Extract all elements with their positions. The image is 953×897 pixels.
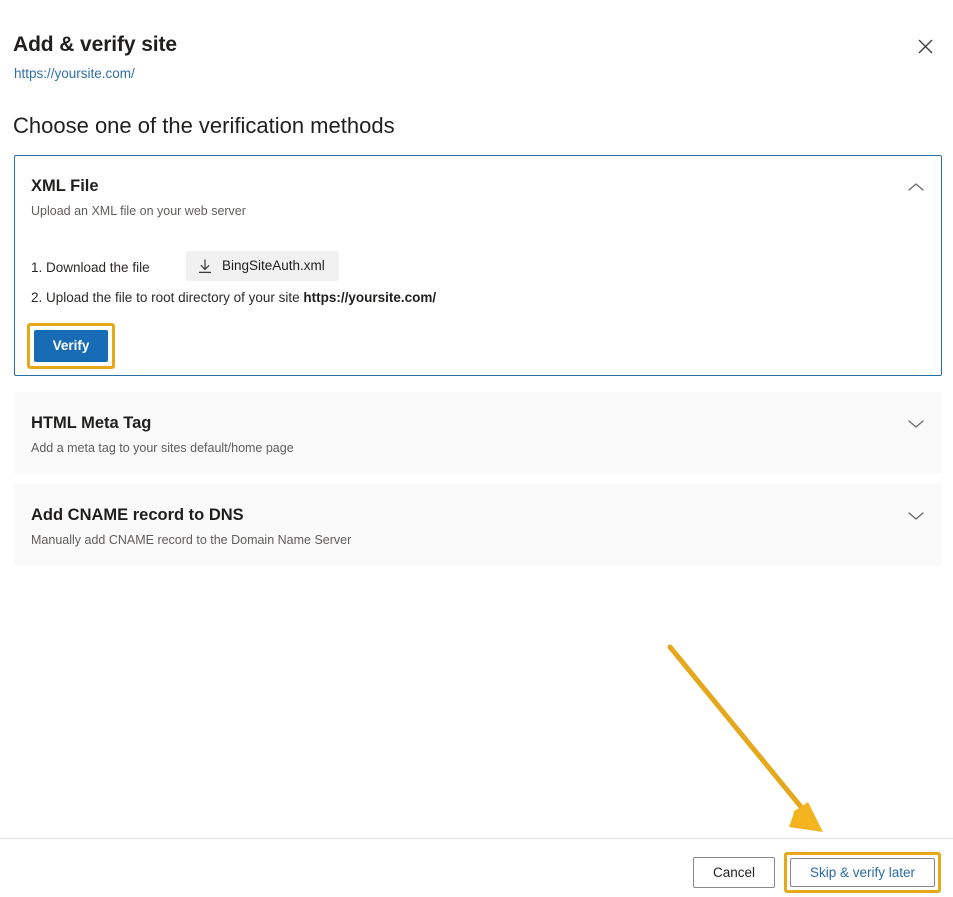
expand-toggle-cname-dns[interactable] bbox=[901, 501, 931, 531]
add-verify-site-dialog: Add & verify site https://yoursite.com/ … bbox=[0, 0, 953, 897]
close-button[interactable] bbox=[909, 30, 941, 62]
close-icon bbox=[918, 39, 933, 54]
step-2-label: 2. Upload the file to root directory of … bbox=[31, 288, 436, 308]
chevron-down-icon bbox=[907, 510, 925, 522]
method-card-html-meta-tag[interactable]: HTML Meta Tag Add a meta tag to your sit… bbox=[14, 392, 942, 474]
method-title-cname-dns: Add CNAME record to DNS bbox=[31, 506, 244, 524]
skip-and-verify-later-button[interactable]: Skip & verify later bbox=[790, 858, 935, 887]
download-icon bbox=[198, 258, 212, 274]
step-2-url: https://yoursite.com/ bbox=[303, 290, 437, 305]
file-chip-label: BingSiteAuth.xml bbox=[222, 258, 325, 273]
method-subtitle-xml-file: Upload an XML file on your web server bbox=[31, 204, 246, 218]
download-file-chip[interactable]: BingSiteAuth.xml bbox=[186, 251, 339, 281]
chevron-up-icon bbox=[907, 181, 925, 193]
expand-toggle-html-meta-tag[interactable] bbox=[901, 409, 931, 439]
section-heading: Choose one of the verification methods bbox=[13, 113, 395, 138]
step-2-prefix: 2. Upload the file to root directory of … bbox=[31, 290, 304, 305]
method-card-cname-dns[interactable]: Add CNAME record to DNS Manually add CNA… bbox=[14, 484, 942, 566]
verify-button[interactable]: Verify bbox=[34, 330, 108, 362]
collapse-toggle-xml-file[interactable] bbox=[901, 172, 931, 202]
method-subtitle-html-meta-tag: Add a meta tag to your sites default/hom… bbox=[31, 441, 294, 455]
page-title: Add & verify site bbox=[13, 33, 178, 56]
cancel-button[interactable]: Cancel bbox=[693, 857, 775, 888]
method-title-html-meta-tag: HTML Meta Tag bbox=[31, 414, 152, 432]
method-title-xml-file: XML File bbox=[31, 177, 99, 195]
method-subtitle-cname-dns: Manually add CNAME record to the Domain … bbox=[31, 533, 352, 547]
site-url-link[interactable]: https://yoursite.com/ bbox=[14, 64, 135, 84]
method-card-xml-file[interactable]: XML File Upload an XML file on your web … bbox=[14, 155, 942, 376]
step-1-label: 1. Download the file bbox=[31, 260, 150, 275]
footer-divider bbox=[0, 838, 953, 839]
chevron-down-icon bbox=[907, 418, 925, 430]
